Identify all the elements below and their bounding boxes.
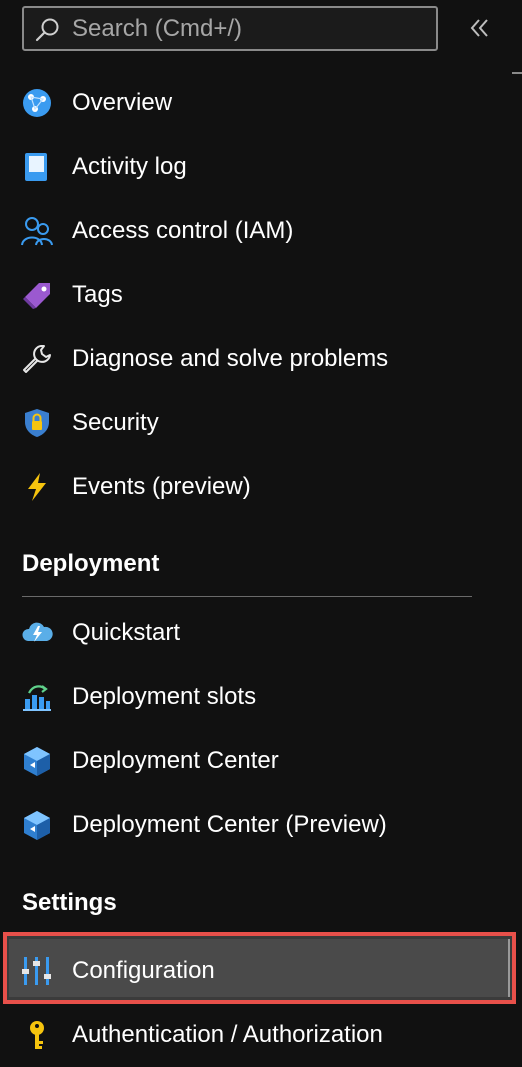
section-header-settings: Settings bbox=[22, 889, 117, 916]
nav-item-label: Diagnose and solve problems bbox=[72, 345, 389, 372]
section-header-deployment: Deployment bbox=[22, 550, 160, 577]
shield-lock-icon bbox=[25, 409, 49, 437]
nav-item-quickstart[interactable]: Quickstart bbox=[0, 601, 522, 665]
nav-item-label: Deployment Center bbox=[72, 747, 279, 774]
people-icon bbox=[21, 217, 53, 246]
cube-icon bbox=[24, 811, 50, 840]
nav-item-label: Deployment slots bbox=[72, 683, 257, 710]
wrench-icon bbox=[23, 345, 51, 373]
lightning-icon bbox=[28, 473, 46, 501]
nav-item-authentication[interactable]: Authentication / Authorization bbox=[0, 1003, 522, 1067]
nav-item-security[interactable]: Security bbox=[0, 391, 522, 455]
nav-item-label: Events (preview) bbox=[72, 473, 251, 500]
nav-item-label: Tags bbox=[72, 281, 123, 308]
nav-item-events[interactable]: Events (preview) bbox=[0, 455, 522, 519]
tag-icon bbox=[23, 283, 50, 309]
nav-item-deployment-center-preview[interactable]: Deployment Center (Preview) bbox=[0, 793, 522, 857]
nav-item-label: Quickstart bbox=[72, 619, 181, 646]
nav-item-label: Configuration bbox=[72, 957, 215, 984]
nav-item-label: Authentication / Authorization bbox=[72, 1021, 383, 1048]
nav-item-label: Access control (IAM) bbox=[72, 217, 294, 244]
nav-item-configuration[interactable]: Configuration bbox=[0, 939, 522, 1003]
collapse-menu-icon[interactable] bbox=[466, 14, 494, 42]
nav-item-label: Deployment Center (Preview) bbox=[72, 811, 387, 838]
nav-item-diagnose[interactable]: Diagnose and solve problems bbox=[0, 327, 522, 391]
nav-item-access-control[interactable]: Access control (IAM) bbox=[0, 199, 522, 263]
cube-icon bbox=[24, 747, 50, 776]
key-icon bbox=[30, 1021, 44, 1049]
sliders-icon bbox=[22, 957, 51, 985]
cloud-lightning-icon bbox=[22, 622, 53, 642]
nav-item-label: Security bbox=[72, 409, 159, 436]
globe-icon bbox=[23, 89, 51, 117]
slots-icon bbox=[23, 685, 51, 711]
search-box[interactable] bbox=[22, 6, 438, 51]
nav-item-deployment-slots[interactable]: Deployment slots bbox=[0, 665, 522, 729]
nav-item-overview[interactable]: Overview bbox=[0, 71, 522, 135]
search-input[interactable] bbox=[72, 8, 412, 49]
search-icon bbox=[35, 18, 59, 42]
nav-item-tags[interactable]: Tags bbox=[0, 263, 522, 327]
nav-item-deployment-center[interactable]: Deployment Center bbox=[0, 729, 522, 793]
nav-item-label: Activity log bbox=[72, 153, 187, 180]
section-divider bbox=[22, 596, 472, 597]
nav-item-label: Overview bbox=[72, 89, 173, 116]
log-book-icon bbox=[25, 153, 47, 181]
nav-item-activity-log[interactable]: Activity log bbox=[0, 135, 522, 199]
